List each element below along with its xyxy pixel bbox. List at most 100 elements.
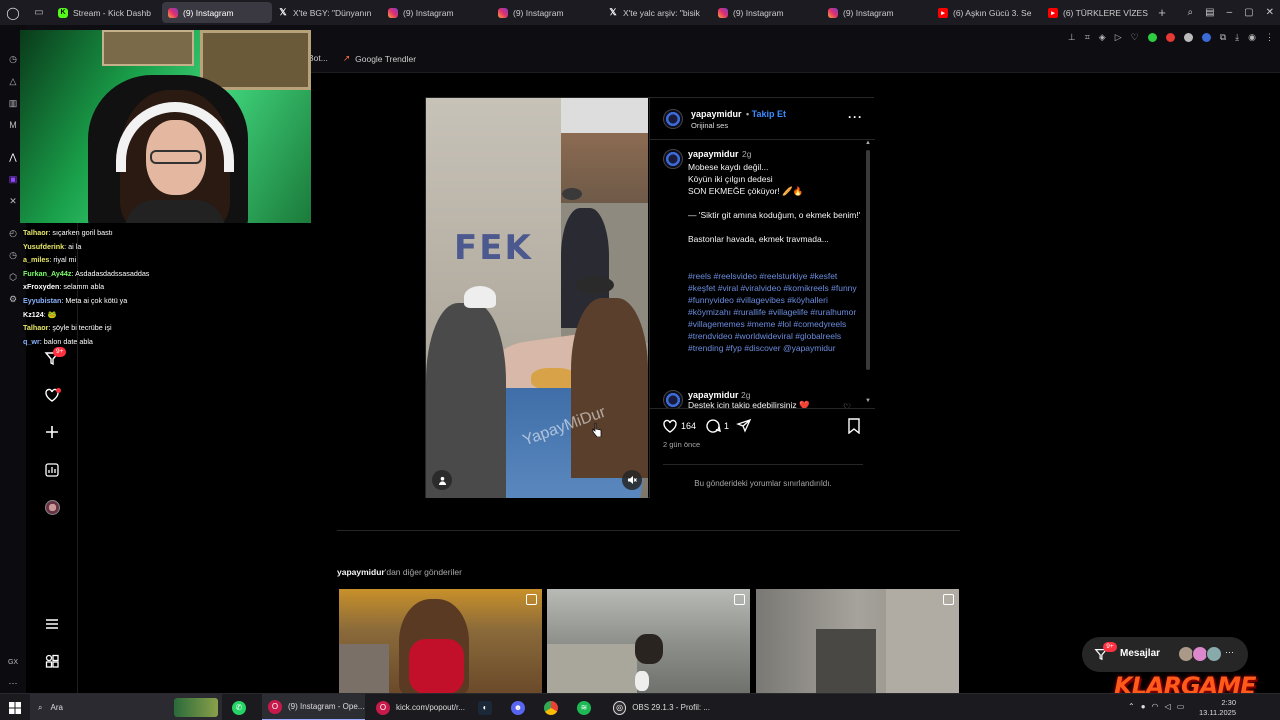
pin-icon[interactable]: ⊥	[1068, 32, 1076, 43]
easy-files-icon[interactable]: ▤	[1205, 7, 1214, 18]
history-icon[interactable]: ◴	[7, 227, 19, 239]
wifi-icon[interactable]: ◠	[1152, 702, 1159, 711]
kick-sidebar-icon[interactable]: ⋀	[7, 151, 19, 163]
shield-icon[interactable]: ◈	[1099, 32, 1106, 43]
tray-arrow-icon[interactable]: ⌃	[1128, 702, 1135, 711]
taskbar-item-kick[interactable]: O kick.com/popout/r...	[370, 694, 473, 720]
caption-username[interactable]: yapaymidur	[688, 149, 739, 159]
extension-grey-icon[interactable]	[1183, 33, 1193, 42]
volume-icon[interactable]: ◁	[1165, 702, 1171, 711]
caption-avatar[interactable]	[663, 149, 683, 169]
notifications-nav[interactable]: 9+	[43, 347, 67, 367]
messages-button[interactable]: 9+ Mesajlar ···	[1082, 637, 1248, 672]
spotify-taskbar[interactable]: ≋	[574, 694, 600, 720]
workspace-icon[interactable]: ▭	[26, 0, 52, 25]
settings-icon[interactable]: ⚙	[7, 293, 19, 305]
also-from-meta-nav[interactable]	[43, 652, 61, 670]
extension-blue-icon[interactable]	[1201, 33, 1211, 42]
tagged-user-button[interactable]	[432, 470, 452, 490]
steam-taskbar[interactable]: ◐	[475, 694, 501, 720]
scroll-thumb[interactable]	[866, 150, 870, 370]
close-button[interactable]: ✕	[1266, 7, 1274, 18]
like-button[interactable]: 164	[662, 418, 696, 434]
create-nav[interactable]	[43, 423, 61, 441]
tab-0[interactable]: K Stream - Kick Dashb	[52, 2, 162, 23]
caption-hashtags[interactable]: #reels #reelsvideo #reelsturkiye #kesfet…	[688, 270, 863, 354]
x-icon: 𝕏	[279, 7, 287, 17]
new-tab-button[interactable]: +	[1152, 5, 1172, 20]
cube-icon[interactable]: ⬡	[7, 271, 19, 283]
mute-button[interactable]	[622, 470, 642, 490]
start-button[interactable]	[2, 694, 28, 720]
tab-7[interactable]: (9) Instagram	[822, 2, 932, 23]
more-post-thumbnail[interactable]	[339, 589, 542, 693]
activity-nav[interactable]	[43, 386, 61, 404]
more-options-icon[interactable]: ···	[848, 110, 863, 124]
comment-avatar[interactable]	[663, 390, 683, 408]
more-post-thumbnail[interactable]	[547, 589, 750, 693]
taskbar-item-obs[interactable]: ◎ OBS 29.1.3 - Profil: ...	[607, 694, 710, 720]
system-tray: ⌃ ● ◠ ◁ ▭	[1128, 702, 1184, 711]
mail-icon[interactable]: M	[7, 119, 19, 131]
share-button[interactable]	[736, 418, 752, 434]
comment-username[interactable]: yapaymidur	[688, 390, 739, 400]
taskbar-item-opera[interactable]: O (9) Instagram - Ope...	[262, 694, 365, 720]
download-icon[interactable]: ⤓	[1235, 32, 1239, 43]
bookmark-icon	[848, 418, 860, 434]
minimize-button[interactable]: –	[1227, 7, 1233, 18]
author-username[interactable]: yapaymidur	[691, 109, 742, 119]
post-video[interactable]: FEK YapayMiDur	[426, 98, 648, 498]
scroll-up-icon[interactable]: ▲	[865, 140, 871, 146]
follow-button[interactable]: • Takip Et	[746, 109, 786, 119]
aria-icon[interactable]: △	[7, 75, 19, 87]
apps-icon	[45, 654, 59, 668]
more-nav[interactable]	[43, 615, 61, 633]
tab-9[interactable]: ▸ (6) TÜRKLERE VİZES	[1042, 2, 1152, 23]
more-post-thumbnail[interactable]	[756, 589, 959, 693]
clock-icon[interactable]: ◷	[7, 249, 19, 261]
heart-icon[interactable]: ♡	[1131, 32, 1139, 43]
tab-6[interactable]: (9) Instagram	[712, 2, 822, 23]
scroll-down-icon[interactable]: ▼	[865, 398, 871, 404]
maximize-button[interactable]: ▢	[1244, 7, 1253, 18]
tab-5[interactable]: 𝕏 X'te yalc arşiv: "bisik	[602, 2, 712, 23]
chat-username: Eyyubistan	[23, 295, 62, 305]
extension-red-icon[interactable]	[1165, 33, 1175, 42]
taskbar-search[interactable]: ⌕ Ara	[30, 694, 222, 720]
tab-3[interactable]: (9) Instagram	[382, 2, 492, 23]
comments-scrollbar[interactable]: ▲ ▼	[865, 140, 871, 408]
camera-icon[interactable]: ◉	[1248, 32, 1256, 43]
tab-2[interactable]: 𝕏 X'te BGY: "Dünyanın	[272, 2, 382, 23]
extension-green-icon[interactable]	[1147, 33, 1157, 42]
mute-icon	[628, 476, 637, 484]
play-icon[interactable]: ▷	[1115, 32, 1122, 43]
twitch-icon[interactable]: ▣	[7, 173, 19, 185]
author-avatar[interactable]	[663, 109, 683, 129]
tab-8[interactable]: ▸ (6) Aşkın Gücü 3. Se	[932, 2, 1042, 23]
audio-label[interactable]: Orijinal ses	[691, 121, 728, 130]
opera-logo-icon[interactable]: ◯	[0, 0, 26, 25]
profile-nav[interactable]	[43, 498, 61, 516]
chrome-taskbar[interactable]	[541, 694, 567, 720]
sidebar-more-icon[interactable]: ⋯	[7, 677, 19, 689]
discord-taskbar[interactable]: ☻	[508, 694, 534, 720]
bookmark-google-trends[interactable]: ↗ Google Trendler	[343, 53, 416, 64]
whatsapp-taskbar[interactable]: ✆	[229, 694, 255, 720]
speed-dial-icon[interactable]: ◷	[7, 53, 19, 65]
tray-app-icon[interactable]: ●	[1141, 702, 1146, 711]
tab-1[interactable]: (9) Instagram	[162, 2, 272, 23]
save-button[interactable]	[847, 418, 861, 434]
tab-4[interactable]: (9) Instagram	[492, 2, 602, 23]
more-conversations-icon: ···	[1225, 647, 1234, 657]
snapshot-icon[interactable]: ⌗	[1085, 32, 1090, 43]
menu-icon[interactable]: ⋮	[1265, 32, 1274, 43]
battery-icon[interactable]: ▭	[1177, 702, 1185, 711]
search-tabs-icon[interactable]: ⌕	[1188, 7, 1194, 18]
gx-corner-icon[interactable]: GX	[7, 657, 19, 669]
dashboard-nav[interactable]	[43, 461, 61, 479]
gx-icon[interactable]: ▥	[7, 97, 19, 109]
taskbar-clock[interactable]: 2:30 13.11.2025	[1199, 698, 1236, 718]
comment-button[interactable]: 1	[705, 418, 729, 434]
x-sidebar-icon[interactable]: ✕	[7, 195, 19, 207]
extension-puzzle-icon[interactable]: ⧉	[1220, 32, 1226, 43]
